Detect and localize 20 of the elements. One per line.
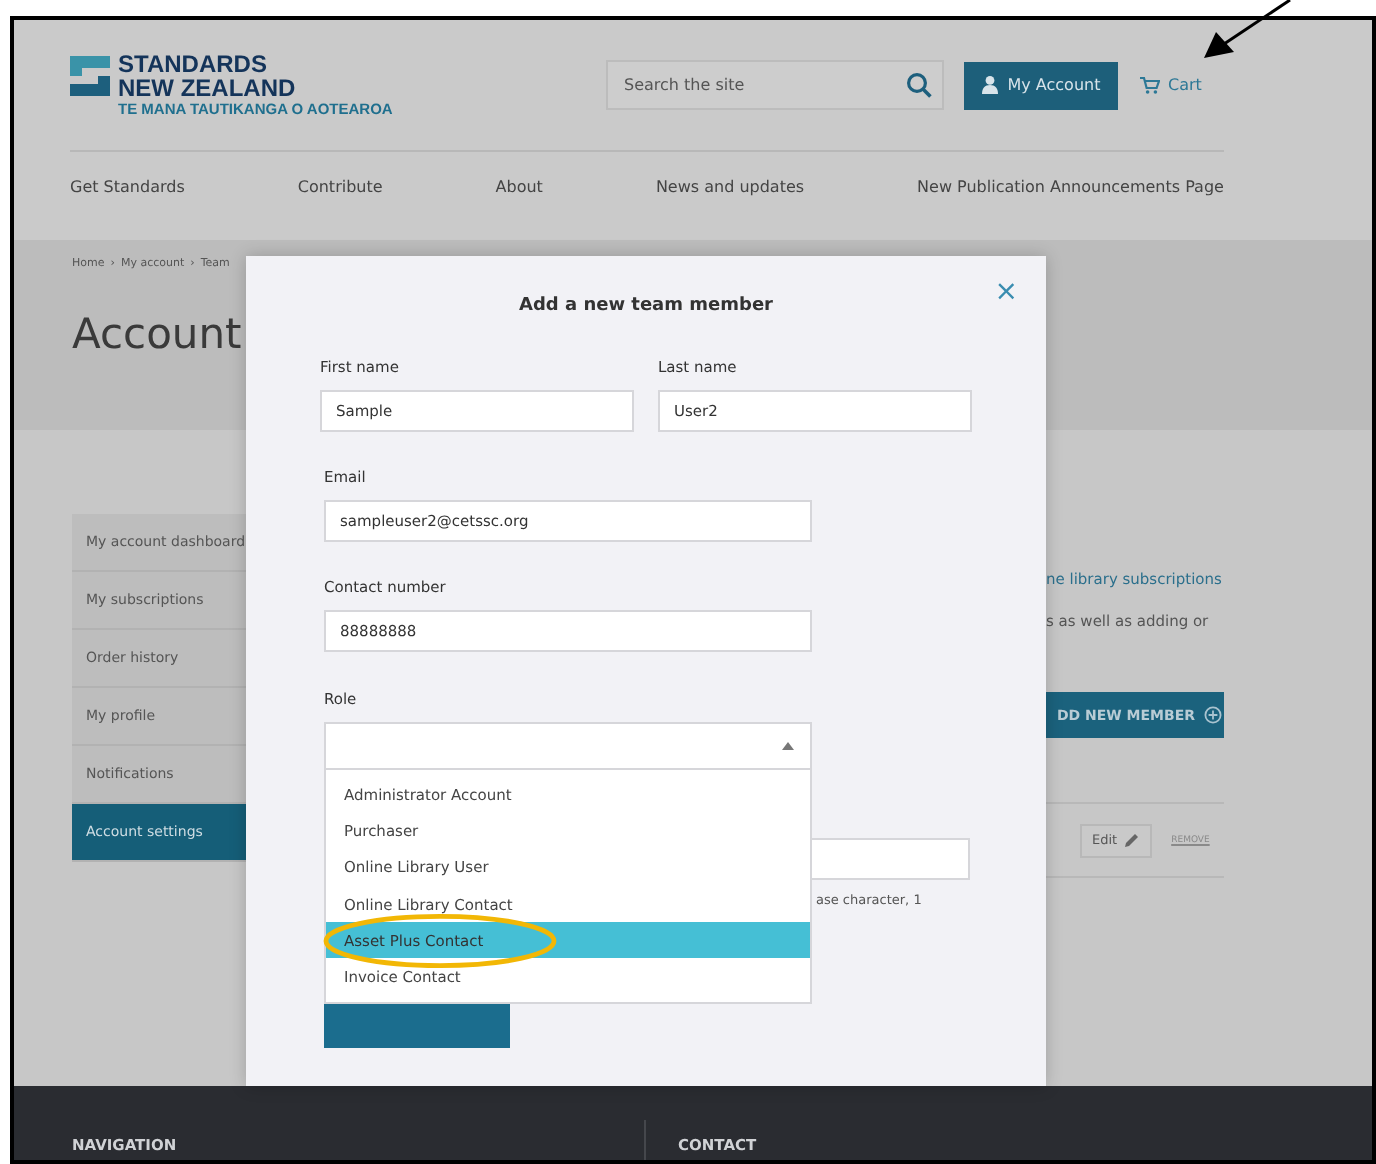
close-button[interactable]: × xyxy=(994,278,1018,306)
cart-link[interactable]: Cart xyxy=(1140,76,1202,94)
nav-link[interactable]: Get Standards xyxy=(70,177,185,195)
search-field[interactable]: Search the site xyxy=(606,60,944,110)
dialog-title: Add a new team member xyxy=(517,296,775,316)
search-icon xyxy=(906,72,932,98)
nav-link[interactable]: About xyxy=(495,177,543,195)
caret-icon xyxy=(782,742,794,750)
nav-link[interactable]: Contribute xyxy=(297,177,383,195)
user-icon xyxy=(981,76,998,94)
logo-wordmark: NEW ZEALAND xyxy=(118,75,298,99)
logo-icon xyxy=(70,55,110,95)
pencil-icon xyxy=(1123,832,1140,848)
cart-icon xyxy=(1140,76,1160,94)
plus-circle-icon xyxy=(1203,706,1222,724)
nav-link[interactable]: New Publication Announcements Page xyxy=(917,177,1224,195)
my-account-button[interactable]: My Account xyxy=(964,61,1118,109)
nav-link[interactable]: News and updates xyxy=(655,177,805,195)
page-title: Account xyxy=(72,310,242,358)
logo-wordmark: STANDARDS xyxy=(118,51,269,75)
